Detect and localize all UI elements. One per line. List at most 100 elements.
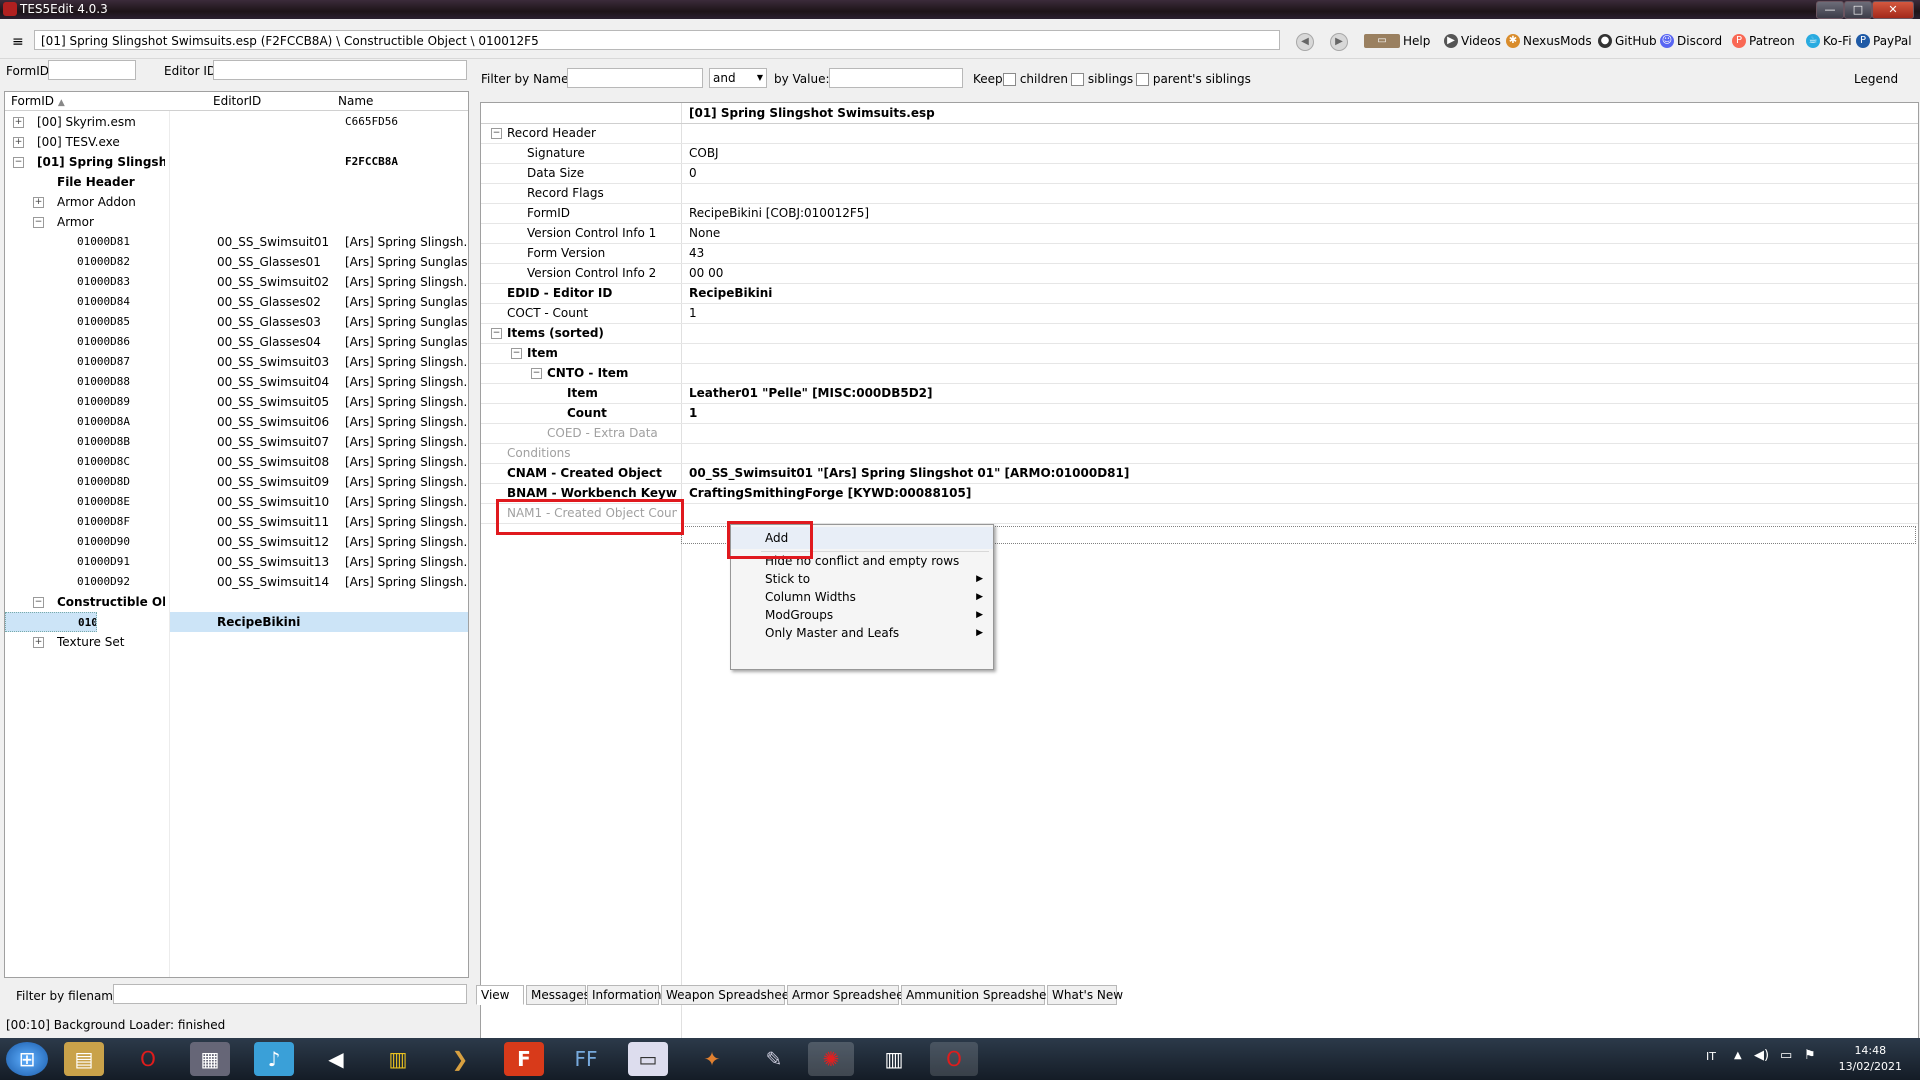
ffdec-icon[interactable]: FF (566, 1042, 606, 1076)
collapse-icon[interactable]: − (531, 368, 542, 379)
tree-row[interactable]: 01000D89 00_SS_Swimsuit05 [Ars] Spring Sli… (5, 392, 468, 412)
tree-row[interactable]: 01000D91 00_SS_Swimsuit13 [Ars] Spring Sli… (5, 552, 468, 572)
tree-row[interactable]: 01000D83 00_SS_Swimsuit02 [Ars] Spring Sli… (5, 272, 468, 292)
paypal-link[interactable]: P PayPal (1856, 34, 1912, 48)
plugin-column-header[interactable]: [01] Spring Slingshot Swimsuits.esp (689, 103, 935, 123)
tree-row[interactable]: 01000D90 00_SS_Swimsuit12 [Ars] Spring Sli… (5, 532, 468, 552)
record-field-row[interactable]: Item Leather01 "Pelle" [MISC:000DB5D2] (481, 383, 1918, 404)
tab-weapon-spreadsheet[interactable]: Weapon Spreadsheet (661, 985, 794, 1005)
forward-icon[interactable]: ▶ (1330, 33, 1348, 51)
tray-expand-icon[interactable]: ▲ (1734, 1050, 1742, 1061)
parents-siblings-checkbox[interactable]: parent's siblings (1136, 72, 1251, 86)
record-field-row[interactable]: Signature COBJ (481, 143, 1918, 164)
tab-armor-spreadsheet[interactable]: Armor Spreadsheet (787, 985, 908, 1005)
language-indicator[interactable]: IT (1706, 1050, 1716, 1063)
record-field-row[interactable]: − Record Header (481, 123, 1918, 144)
record-field-row[interactable]: COCT - Count 1 (481, 303, 1918, 324)
maximize-button[interactable]: □ (1844, 1, 1872, 19)
tree-row[interactable]: + [00] Skyrim.esm C665FD56 (5, 112, 468, 132)
record-field-row[interactable]: EDID - Editor ID RecipeBikini (481, 283, 1918, 304)
legend-button[interactable]: Legend (1854, 72, 1898, 86)
opera-gx-icon[interactable]: O (930, 1042, 978, 1076)
field-value[interactable]: 1 (689, 403, 1909, 423)
tab-information[interactable]: Information (587, 985, 661, 1005)
record-path-field[interactable]: [01] Spring Slingshot Swimsuits.esp (F2F… (34, 30, 1280, 50)
record-field-row[interactable]: − CNTO - Item (481, 363, 1918, 384)
formid-column-header[interactable]: FormID ▲ (11, 94, 65, 108)
record-tree[interactable]: FormID ▲ EditorID Name + [00] Skyrim.esm C… (4, 91, 469, 978)
tree-row[interactable]: − Armor (5, 212, 468, 232)
record-field-row[interactable]: NAM1 - Created Object Count (481, 503, 1918, 524)
record-field-row[interactable]: − Items (sorted) (481, 323, 1918, 344)
tree-row[interactable]: 010012F5 RecipeBikini (5, 612, 468, 632)
tree-row[interactable]: 01000D88 00_SS_Swimsuit04 [Ars] Spring Sli… (5, 372, 468, 392)
tree-row[interactable]: 01000D87 00_SS_Swimsuit03 [Ars] Spring Sli… (5, 352, 468, 372)
tab-ammunition-spreadsheet[interactable]: Ammunition Spreadsheet (901, 985, 1059, 1005)
record-field-row[interactable]: FormID RecipeBikini [COBJ:010012F5] (481, 203, 1918, 224)
tree-row[interactable]: 01000D8A 00_SS_Swimsuit06 [Ars] Spring Sli… (5, 412, 468, 432)
tree-row[interactable]: − [01] Spring Slingshot Swimsuits.esp F2FC… (5, 152, 468, 172)
record-field-row[interactable]: Data Size 0 (481, 163, 1918, 184)
field-value[interactable]: RecipeBikini [COBJ:010012F5] (689, 203, 1909, 223)
name-column-header[interactable]: Name (338, 94, 373, 108)
speaker-icon[interactable]: ◀ (316, 1042, 356, 1076)
record-field-row[interactable]: Record Flags (481, 183, 1918, 204)
f-app-icon[interactable]: F (504, 1042, 544, 1076)
back-icon[interactable]: ◀ (1296, 33, 1314, 51)
collapse-icon[interactable]: − (491, 328, 502, 339)
tab-view[interactable]: View (476, 985, 524, 1005)
field-value[interactable]: 1 (689, 303, 1909, 323)
tab-messages[interactable]: Messages (526, 985, 590, 1005)
close-button[interactable]: ✕ (1872, 1, 1914, 19)
tree-row[interactable]: 01000D92 00_SS_Swimsuit14 [Ars] Spring Sli… (5, 572, 468, 592)
flag-icon[interactable]: ⚑ (1804, 1048, 1816, 1063)
record-field-row[interactable]: Count 1 (481, 403, 1918, 424)
expand-icon[interactable]: + (33, 637, 44, 648)
field-value[interactable]: COBJ (689, 143, 1909, 163)
tree-row[interactable]: + Texture Set (5, 632, 468, 652)
field-value[interactable]: 00 00 (689, 263, 1909, 283)
filter-value-input[interactable] (829, 68, 963, 88)
window-app-icon[interactable]: ▭ (628, 1042, 668, 1076)
start-button[interactable]: ⊞ (6, 1042, 48, 1076)
tree-row[interactable]: 01000D86 00_SS_Glasses04 [Ars] Spring Sung… (5, 332, 468, 352)
tree-row[interactable]: 01000D85 00_SS_Glasses03 [Ars] Spring Sung… (5, 312, 468, 332)
collapse-icon[interactable]: − (33, 597, 44, 608)
chart-app-icon[interactable]: ▥ (874, 1042, 914, 1076)
bookmark-icon[interactable]: ❯ (440, 1042, 480, 1076)
editorid-column-header[interactable]: EditorID (213, 94, 261, 108)
equalizer-icon[interactable]: ▥ (378, 1042, 418, 1076)
field-value[interactable]: Leather01 "Pelle" [MISC:000DB5D2] (689, 383, 1909, 403)
field-value[interactable]: None (689, 223, 1909, 243)
network-icon[interactable]: ▭ (1780, 1048, 1792, 1063)
expand-icon[interactable]: + (13, 137, 24, 148)
menu-item-modgroups[interactable]: ModGroups ▶ (731, 606, 993, 624)
videos-link[interactable]: ▶ Videos (1444, 34, 1501, 48)
tab-whats-new[interactable]: What's New (1047, 985, 1123, 1005)
record-field-row[interactable]: Version Control Info 1 None (481, 223, 1918, 244)
explorer-icon[interactable]: ▤ (64, 1042, 104, 1076)
field-value[interactable]: CraftingSmithingForge [KYWD:00088105] (689, 483, 1909, 503)
tree-row[interactable]: 01000D8B 00_SS_Swimsuit07 [Ars] Spring Sli… (5, 432, 468, 452)
tree-row[interactable]: 01000D8C 00_SS_Swimsuit08 [Ars] Spring Sli… (5, 452, 468, 472)
menu-item-column-widths[interactable]: Column Widths ▶ (731, 588, 993, 606)
github-link[interactable]: ● GitHub (1598, 34, 1657, 48)
pen-icon[interactable]: ✎ (754, 1042, 794, 1076)
field-value[interactable]: RecipeBikini (689, 283, 1909, 303)
and-or-select[interactable]: and ▼ (709, 68, 767, 88)
collapse-icon[interactable]: − (491, 128, 502, 139)
record-field-row[interactable]: CNAM - Created Object 00_SS_Swimsuit01 "[… (481, 463, 1918, 484)
music-icon[interactable]: ♪ (254, 1042, 294, 1076)
menu-item-only-master-and-leafs[interactable]: Only Master and Leafs ▶ (731, 624, 993, 642)
menu-item-stick-to[interactable]: Stick to ▶ (731, 570, 993, 588)
record-field-row[interactable]: BNAM - Workbench Keywo...CraftingSmithin… (481, 483, 1918, 504)
tree-row[interactable]: − Constructible Object (5, 592, 468, 612)
editorid-filter-input[interactable] (213, 60, 467, 80)
collapse-icon[interactable]: − (511, 348, 522, 359)
opera-icon[interactable]: O (128, 1042, 168, 1076)
record-field-row[interactable]: Conditions (481, 443, 1918, 464)
field-value[interactable]: 43 (689, 243, 1909, 263)
tree-row[interactable]: 01000D82 00_SS_Glasses01 [Ars] Spring Sung… (5, 252, 468, 272)
record-grid[interactable]: [01] Spring Slingshot Swimsuits.esp − Rec… (480, 102, 1919, 1044)
tree-row[interactable]: 01000D8E 00_SS_Swimsuit10 [Ars] Spring Sli… (5, 492, 468, 512)
